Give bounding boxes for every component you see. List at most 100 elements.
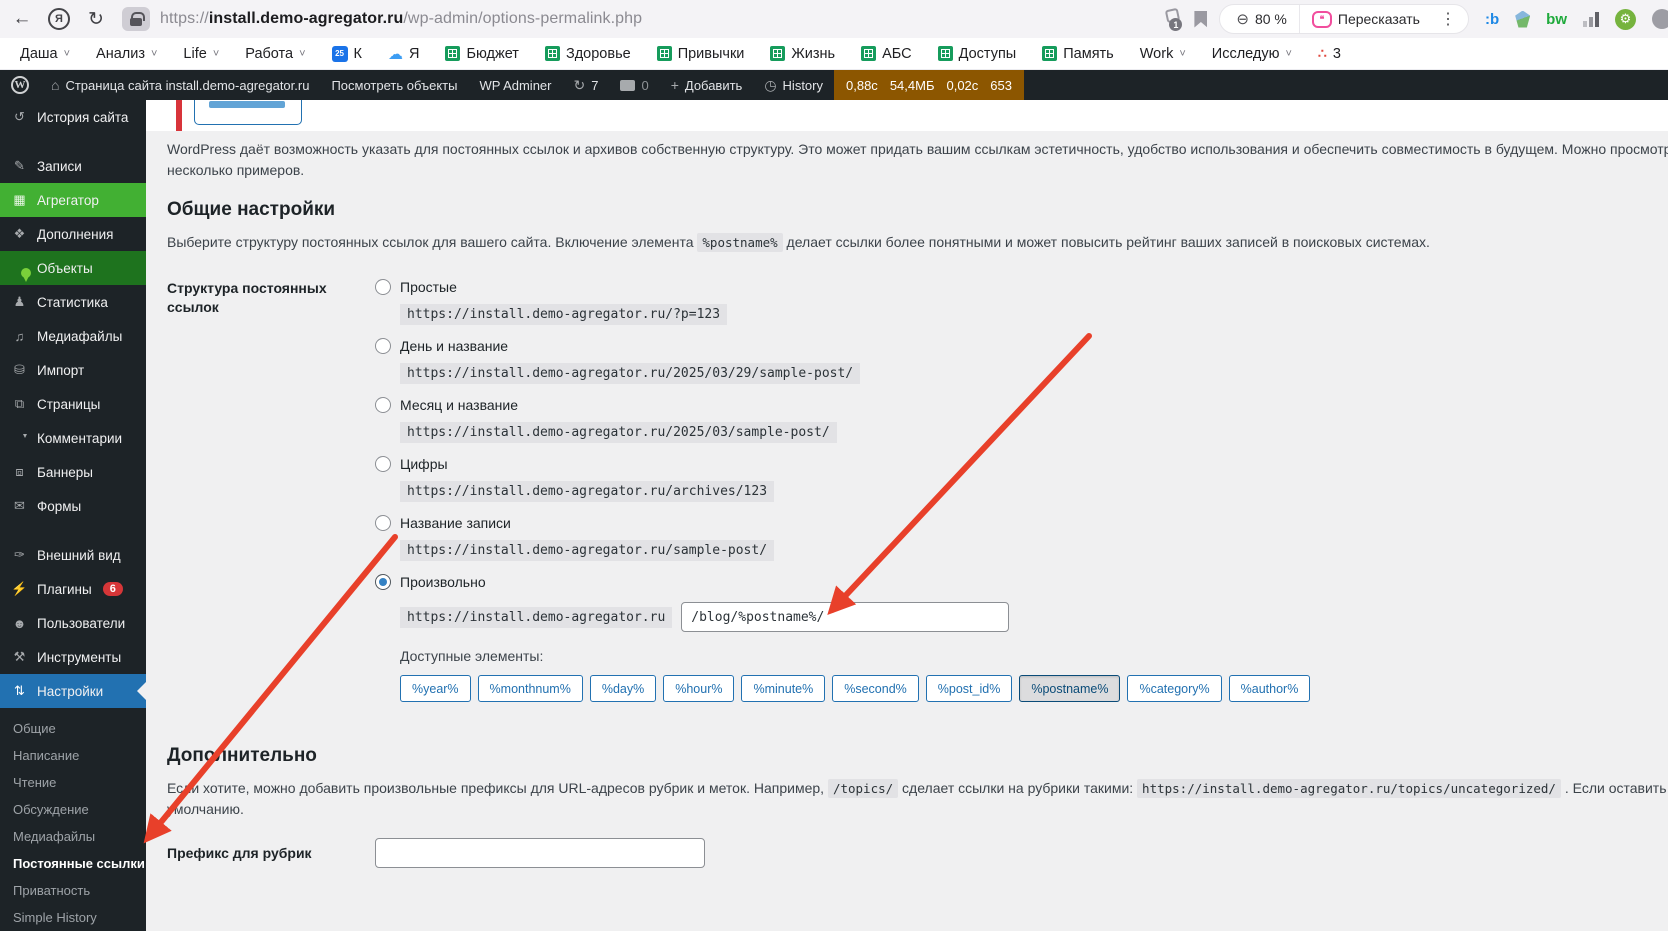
extension-gear-icon[interactable]: ⚙ [1615,8,1636,30]
sidebar-item-comments[interactable]: Комментарии [0,421,146,455]
bookmark-zhizn[interactable]: Жизнь [770,46,835,62]
sidebar-item-addons[interactable]: ❖ Дополнения [0,217,146,251]
tag-day-button[interactable]: %day% [589,675,657,702]
bookmark-folder-issleduyu[interactable]: Исследую ˅ [1212,46,1292,62]
back-icon[interactable]: ← [10,8,34,30]
sheets-icon [544,46,560,61]
site-link[interactable]: ⌂ Страница сайта install.demo-agregator.r… [40,70,320,100]
submenu-media[interactable]: Медиафайлы [0,823,146,850]
tag-postname-button[interactable]: %postname% [1019,675,1121,702]
rephrase-button[interactable]: ❝ Пересказать [1298,5,1432,33]
category-base-input[interactable] [375,838,705,868]
bookmark-calendar[interactable]: 25 К [331,45,362,62]
bookmark-pamyat[interactable]: Память [1042,46,1114,62]
bookmark-ya[interactable]: ☁ Я [388,45,419,63]
submenu-discussion[interactable]: Обсуждение [0,796,146,823]
tag-category-button[interactable]: %category% [1127,675,1222,702]
submenu-reading[interactable]: Чтение [0,769,146,796]
submenu-permalinks[interactable]: Постоянные ссылки [0,850,146,877]
extension-tag-icon[interactable]: 1 [1162,7,1183,31]
sidebar-item-objects[interactable]: Объекты [0,251,146,285]
radio-day-name[interactable] [375,338,391,354]
chevron-down-icon: ˅ [299,47,306,60]
history-menu[interactable]: ◷ History [753,70,834,100]
option-label[interactable]: День и название [400,338,508,354]
radio-plain[interactable] [375,279,391,295]
submenu-writing[interactable]: Написание [0,742,146,769]
add-new-menu[interactable]: + Добавить [660,70,754,100]
radio-month-name[interactable] [375,397,391,413]
bookmark-folder-work[interactable]: Work ˅ [1140,46,1186,62]
zoom-control[interactable]: ⊖ 80 % [1224,5,1299,33]
wp-adminer-link[interactable]: WP Adminer [468,70,562,100]
option-label[interactable]: Цифры [400,456,448,472]
tag-author-button[interactable]: %author% [1228,675,1311,702]
extension-barchart-icon[interactable] [1583,11,1599,27]
submenu-general[interactable]: Общие [0,715,146,742]
sidebar-item-posts[interactable]: ✎ Записи [0,149,146,183]
url-path: /wp-admin/options-permalink.php [403,10,643,27]
sidebar-item-appearance[interactable]: ✑ Внешний вид [0,538,146,572]
sidebar-item-media[interactable]: ♫ Медиафайлы [0,319,146,353]
query-monitor-badge[interactable]: 0,88с 54,4МБ 0,02с 653 [834,70,1024,100]
bookmark-zdorovie[interactable]: Здоровье [544,46,631,62]
sidebar-item-tools[interactable]: ⚒ Инструменты [0,640,146,674]
sidebar-item-statistics[interactable]: ♟ Статистика [0,285,146,319]
bookmark-budget[interactable]: Бюджет [445,46,519,62]
updates-indicator[interactable]: ↻ 7 [562,70,609,100]
option-label[interactable]: Месяц и название [400,397,518,413]
sliders-icon: ⇅ [14,683,25,698]
tag-hour-button[interactable]: %hour% [663,675,735,702]
extension-partial-icon[interactable] [1652,9,1668,29]
comments-indicator[interactable]: 0 [609,70,659,100]
zoom-out-icon[interactable]: ⊖ [1236,10,1249,28]
sidebar-item-import[interactable]: ⛁ Импорт [0,353,146,387]
tag-year-button[interactable]: %year% [400,675,471,702]
sidebar-item-site-history[interactable]: ↺ История сайта [0,100,146,134]
address-bar[interactable]: https://install.demo-agregator.ru/wp-adm… [122,7,642,31]
kebab-menu-icon[interactable]: ⋮ [1432,9,1464,29]
bookmark-flag-icon[interactable] [1194,10,1208,28]
sidebar-item-banners[interactable]: ⧈ Баннеры [0,455,146,489]
lock-icon[interactable] [122,7,150,31]
tag-postid-button[interactable]: %post_id% [925,675,1013,702]
zoom-level: 80 % [1254,11,1287,27]
bookmark-folder-dasha[interactable]: Даша ˅ [20,46,70,62]
option-numeric: Цифры https://install.demo-agregator.ru/… [375,454,1668,502]
extension-bw-icon[interactable]: bw [1546,11,1567,28]
sidebar-item-pages[interactable]: ⧉ Страницы [0,387,146,421]
radio-post-name[interactable] [375,515,391,531]
view-objects-link[interactable]: Посмотреть объекты [320,70,468,100]
bookmark-abc[interactable]: АБС [861,46,912,62]
option-label[interactable]: Простые [400,279,457,295]
sidebar-item-settings[interactable]: ⇅ Настройки [0,674,146,708]
sidebar-item-plugins[interactable]: ⚡ Плагины 6 [0,572,146,606]
submenu-simple-history[interactable]: Simple History [0,904,146,931]
option-label[interactable]: Название записи [400,515,511,531]
tag-second-button[interactable]: %second% [832,675,919,702]
bookmark-label: Привычки [677,45,745,62]
extension-gem-icon[interactable] [1515,10,1531,28]
tag-minute-button[interactable]: %minute% [741,675,826,702]
bookmark-dostupy[interactable]: Доступы [937,46,1016,62]
bookmark-folder-analiz[interactable]: Анализ ˅ [96,46,157,62]
bookmark-dots[interactable]: ∴ 3 [1318,45,1341,62]
yandex-browser-icon[interactable]: Я [48,8,70,30]
radio-numeric[interactable] [375,456,391,472]
reload-icon[interactable]: ↻ [84,8,108,31]
submenu-privacy[interactable]: Приватность [0,877,146,904]
tag-monthnum-button[interactable]: %monthnum% [477,675,583,702]
clipped-button[interactable] [194,100,302,125]
sidebar-item-aggregator[interactable]: ▦ Агрегатор [0,183,146,217]
sidebar-item-forms[interactable]: ✉ Формы [0,489,146,523]
extension-b-icon[interactable]: :b [1485,11,1499,28]
option-label[interactable]: Произвольно [400,574,486,590]
bookmark-folder-rabota[interactable]: Работа ˅ [245,46,305,62]
sidebar-item-users[interactable]: ☻ Пользователи [0,606,146,640]
custom-structure-input[interactable] [681,602,1010,632]
bookmark-privychki[interactable]: Привычки [656,45,745,62]
radio-custom[interactable] [375,574,391,590]
bookmark-folder-life[interactable]: Life ˅ [183,46,219,62]
url-text[interactable]: https://install.demo-agregator.ru/wp-adm… [160,10,642,28]
wp-logo-menu[interactable]: W [0,70,40,100]
